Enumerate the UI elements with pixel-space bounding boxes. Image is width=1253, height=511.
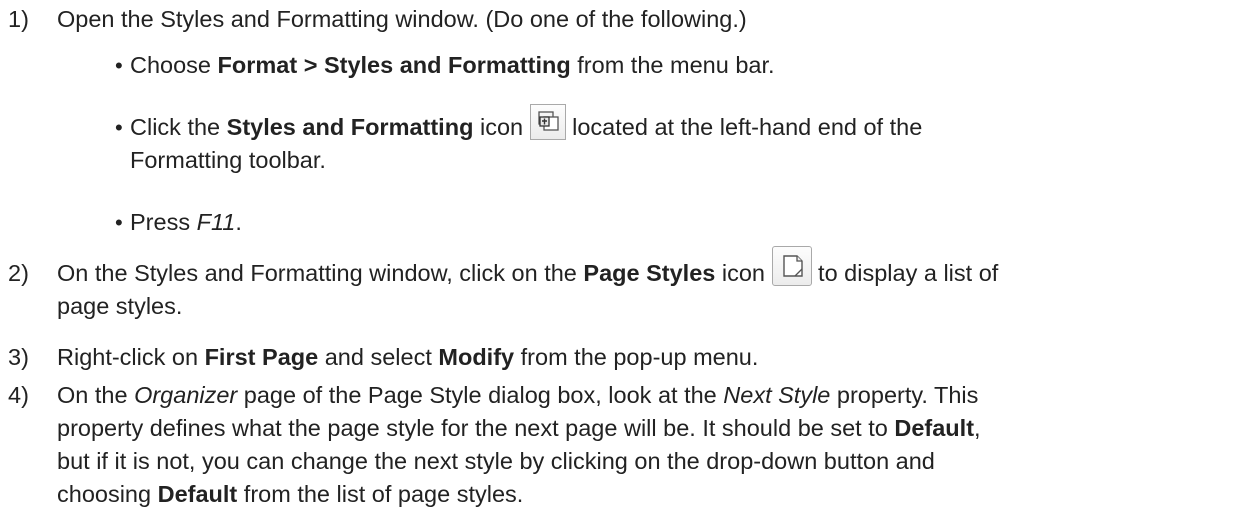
step-text: Right-click on First Page and select Mod… — [57, 344, 759, 370]
bullet-text: Choose Format > Styles and Formatting fr… — [130, 52, 775, 78]
step-number: 4) — [8, 382, 29, 408]
bullet-text: Press F11. — [130, 209, 242, 235]
step-text: Open the Styles and Formatting window. (… — [57, 6, 747, 32]
step-number: 3) — [8, 344, 29, 370]
step-number: 1) — [8, 6, 29, 32]
page-styles-icon — [771, 245, 812, 286]
styles-and-formatting-icon — [529, 103, 566, 140]
step-text: On the Organizer page of the Page Style … — [57, 382, 981, 507]
bullet-mark: • — [115, 210, 123, 235]
step-text: On the Styles and Formatting window, cli… — [57, 245, 1247, 323]
bullet-mark: • — [115, 115, 123, 140]
step-number: 2) — [8, 260, 29, 286]
bullet-mark: • — [115, 53, 123, 78]
bullet-text: Click the Styles and Formatting icon loc… — [130, 103, 1230, 177]
